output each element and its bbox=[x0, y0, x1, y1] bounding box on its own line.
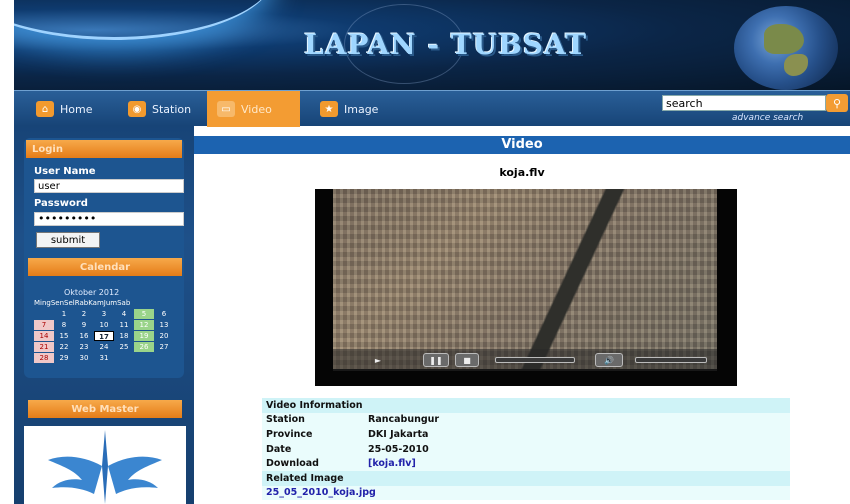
calendar-today[interactable]: 17 bbox=[94, 331, 114, 341]
webmaster-logo bbox=[24, 426, 186, 504]
info-heading: Video Information bbox=[262, 398, 790, 413]
calendar-day[interactable]: 9 bbox=[74, 320, 94, 330]
calendar-day[interactable]: 19 bbox=[134, 331, 154, 341]
volume-slider[interactable] bbox=[635, 357, 707, 363]
calendar-day[interactable]: 27 bbox=[154, 342, 174, 352]
nav-home-label: Home bbox=[60, 102, 93, 116]
winged-rocket-icon bbox=[48, 430, 162, 504]
info-value: DKI Jakarta bbox=[368, 428, 429, 440]
calendar-day[interactable] bbox=[154, 353, 174, 363]
webmaster-heading: Web Master bbox=[28, 400, 182, 418]
calendar-day[interactable]: 23 bbox=[74, 342, 94, 352]
download-link[interactable]: [koja.flv] bbox=[368, 458, 416, 469]
calendar-day[interactable]: 13 bbox=[154, 320, 174, 330]
calendar-day[interactable]: 2 bbox=[74, 309, 94, 319]
planet-horizon-graphic bbox=[14, 0, 274, 40]
info-key: Province bbox=[266, 428, 313, 440]
header-banner: LAPAN - TUBSAT bbox=[14, 0, 850, 90]
calendar-day[interactable]: 10 bbox=[94, 320, 114, 330]
calendar-heading: Calendar bbox=[28, 258, 182, 276]
table-row: Province DKI Jakarta bbox=[262, 427, 790, 442]
info-key: Date bbox=[266, 443, 292, 455]
video-frame-satellite-image bbox=[333, 189, 717, 369]
calendar-day[interactable]: 25 bbox=[114, 342, 134, 352]
table-row: Station Rancabungur bbox=[262, 412, 790, 428]
calendar-day[interactable]: 7 bbox=[34, 320, 54, 330]
advance-search-link[interactable]: advance search bbox=[732, 113, 803, 123]
table-row: Date 25-05-2010 bbox=[262, 441, 790, 457]
calendar-day[interactable]: 31 bbox=[94, 353, 114, 363]
calendar-weekday-header: MingSenSelRabKamJumSab bbox=[34, 299, 131, 307]
calendar-day[interactable]: 18 bbox=[114, 331, 134, 341]
search-button[interactable]: ⚲ bbox=[826, 94, 848, 112]
nav-video-label: Video bbox=[241, 102, 272, 116]
calendar-day[interactable]: 4 bbox=[114, 309, 134, 319]
calendar-day[interactable]: 11 bbox=[114, 320, 134, 330]
calendar-day[interactable]: 3 bbox=[94, 309, 114, 319]
info-value: 25-05-2010 bbox=[368, 443, 429, 455]
station-icon: ◉ bbox=[128, 101, 146, 117]
star-icon: ★ bbox=[320, 101, 338, 117]
password-field[interactable]: ••••••••• bbox=[34, 212, 184, 226]
search-input[interactable] bbox=[662, 95, 826, 111]
site-title: LAPAN - TUBSAT bbox=[304, 28, 588, 61]
magnifier-icon: ⚲ bbox=[832, 96, 842, 110]
nav-station-label: Station bbox=[152, 102, 192, 116]
related-image-link[interactable]: 25_05_2010_koja.jpg bbox=[262, 487, 376, 498]
info-value: Rancabungur bbox=[368, 414, 440, 426]
volume-button[interactable]: 🔊 bbox=[595, 353, 623, 367]
table-row: 25_05_2010_koja.jpg bbox=[262, 485, 790, 501]
password-label: Password bbox=[34, 198, 88, 209]
nav-video[interactable]: ▭ Video bbox=[207, 91, 300, 127]
player-controls: ► ❚❚ ■ 🔊 bbox=[333, 349, 717, 371]
related-image-heading: Related Image bbox=[262, 470, 790, 486]
table-row: Download [koja.flv] bbox=[262, 456, 790, 471]
calendar-day[interactable]: 21 bbox=[34, 342, 54, 352]
page-title: Video bbox=[194, 136, 850, 154]
calendar-day[interactable]: 6 bbox=[154, 309, 174, 319]
calendar-grid: 1 2 3 4 5 6 7 8 9 10 11 12 13 14 15 16 1… bbox=[34, 309, 174, 364]
submit-button[interactable]: submit bbox=[36, 232, 100, 248]
stop-button[interactable]: ■ bbox=[455, 353, 479, 367]
calendar-day[interactable]: 12 bbox=[134, 320, 154, 330]
earth-globe-image bbox=[734, 6, 838, 90]
play-button[interactable]: ► bbox=[363, 353, 393, 367]
video-icon: ▭ bbox=[217, 101, 235, 117]
home-icon: ⌂ bbox=[36, 101, 54, 117]
username-field[interactable] bbox=[34, 179, 184, 193]
sidebar: Login User Name Password ••••••••• submi… bbox=[14, 126, 194, 504]
calendar-day[interactable]: 20 bbox=[154, 331, 174, 341]
calendar-day[interactable]: 14 bbox=[34, 331, 54, 341]
calendar-day[interactable] bbox=[114, 353, 134, 363]
calendar-day[interactable]: 29 bbox=[54, 353, 74, 363]
calendar-day[interactable]: 26 bbox=[134, 342, 154, 352]
calendar-day[interactable]: 22 bbox=[54, 342, 74, 352]
calendar-month: Oktober 2012 bbox=[64, 288, 120, 297]
calendar-day[interactable]: 30 bbox=[74, 353, 94, 363]
login-heading: Login bbox=[26, 140, 182, 158]
video-information-table: Video Information Station Rancabungur Pr… bbox=[262, 398, 790, 501]
nav-image-label: Image bbox=[344, 102, 379, 116]
nav-home[interactable]: ⌂ Home bbox=[26, 91, 112, 127]
calendar-day[interactable] bbox=[134, 353, 154, 363]
seek-bar[interactable] bbox=[495, 357, 575, 363]
calendar-day[interactable]: 16 bbox=[74, 331, 94, 341]
nav-image[interactable]: ★ Image bbox=[310, 91, 400, 127]
username-label: User Name bbox=[34, 166, 96, 177]
main-navigation: ⌂ Home ◉ Station ▭ Video ★ Image ⚲ advan… bbox=[14, 90, 850, 127]
info-key: Station bbox=[266, 414, 305, 426]
calendar-day[interactable]: 1 bbox=[54, 309, 74, 319]
calendar-day[interactable]: 15 bbox=[54, 331, 74, 341]
calendar-day[interactable]: 24 bbox=[94, 342, 114, 352]
calendar-day[interactable]: 5 bbox=[134, 309, 154, 319]
info-key: Download bbox=[266, 458, 319, 470]
video-file-name: koja.flv bbox=[499, 166, 545, 179]
pause-button[interactable]: ❚❚ bbox=[423, 353, 449, 367]
calendar-day[interactable]: 28 bbox=[34, 353, 54, 363]
calendar-day[interactable]: 8 bbox=[54, 320, 74, 330]
calendar-day[interactable] bbox=[34, 309, 54, 319]
video-player[interactable]: ► ❚❚ ■ 🔊 bbox=[315, 189, 737, 386]
nav-station[interactable]: ◉ Station bbox=[118, 91, 204, 127]
